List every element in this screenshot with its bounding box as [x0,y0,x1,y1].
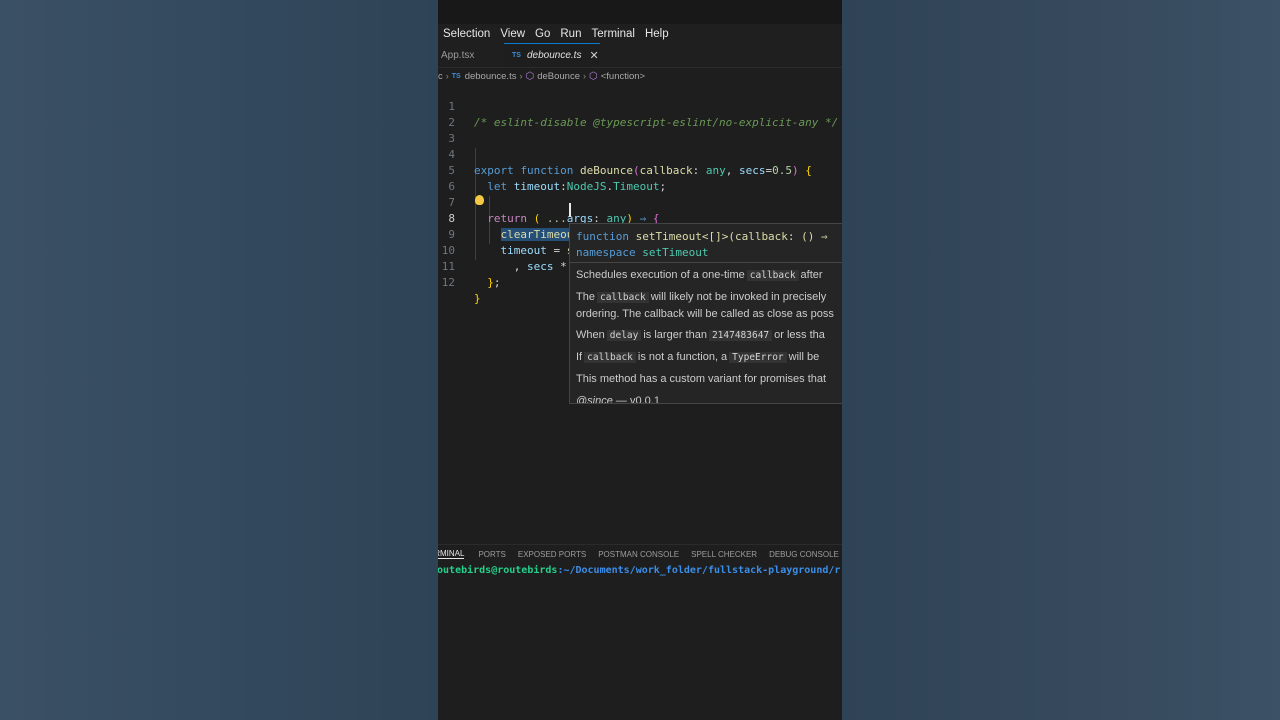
tab-label: debounce.ts [526,50,582,61]
doc-text: after [800,269,823,281]
menu-help[interactable]: Help [640,28,674,40]
tab-spell-checker[interactable]: SPELL CHECKER [691,550,757,559]
doc-paragraph: When delay is larger than 2147483647 or less… [576,327,825,344]
since-tag: @since [576,395,613,404]
breadcrumb-scope[interactable]: <function> [601,71,645,82]
panel-tabbar: TERMINAL PORTS EXPOSED PORTS POSTMAN CON… [438,544,842,563]
doc-text: is larger than [643,329,707,341]
text-cursor [569,203,571,217]
doc-text: Schedules execution of a one-time [576,269,745,281]
chevron-right-icon: › [445,71,449,81]
tab-label: App.tsx [441,49,475,61]
signature-keyword: function [576,230,629,243]
lightbulb-icon[interactable] [475,195,484,205]
terminal-user: routebirds@routebirds [438,565,558,576]
menu-go[interactable]: Go [530,28,555,40]
title-strip [438,0,842,24]
hover-signature-line2: namespace setTimeout [576,246,708,259]
code-line-7: 7 return ( ...args: any) ⇒ { [438,179,842,225]
code-line-3: 3 [438,115,842,145]
doc-code: callback [746,270,799,281]
tab-postman-console[interactable]: POSTMAN CONSOLE [598,550,679,559]
doc-text: When [576,329,605,341]
doc-text: This method has a custom variant for pro… [576,373,827,385]
doc-text: ordering. The callback will be called as… [576,308,834,320]
code-line-4: 4 export function deBounce(callback: any… [438,131,842,177]
doc-text: will be [788,351,820,363]
line-number: 12 [441,276,455,289]
tab-exposed-ports[interactable]: EXPOSED PORTS [518,550,586,559]
menubar: Selection View Go Run Terminal Help [438,24,842,43]
function-symbol-icon: ⬡ [589,70,598,82]
signature-text: setTimeout [642,246,709,259]
tab-ports[interactable]: PORTS [478,550,505,559]
editor-tabbar: App.tsx TS debounce.ts ✕ [438,43,842,68]
doc-code: callback [596,292,649,303]
code-line-5: 5 let timeout:NodeJS.Timeout; [438,147,842,193]
doc-paragraph: If callback is not a function, a TypeError w… [576,349,819,366]
doc-text: or less tha [774,329,825,341]
code-text: }; [487,276,501,289]
breadcrumb-symbol[interactable]: deBounce [537,71,580,82]
hover-tooltip: function setTimeout<[]>(callback: () ⇒ n… [569,223,842,404]
doc-text: The [576,291,595,303]
tab-debounce-ts[interactable]: TS debounce.ts ✕ [504,43,600,67]
doc-paragraph: The callback will likely not be invoked in… [576,289,826,306]
menu-view[interactable]: View [495,28,530,40]
signature-text: setTimeout<[]>(callback: () ⇒ [635,230,828,243]
background-right [842,0,1280,720]
doc-text: is not a function, a [637,351,728,363]
typescript-icon: TS [512,52,521,59]
menu-run[interactable]: Run [555,28,586,40]
close-icon[interactable]: ✕ [589,49,598,62]
doc-text: will likely not be invoked in precisely [650,291,827,303]
tab-terminal[interactable]: TERMINAL [438,549,465,559]
doc-text: If [576,351,583,363]
menu-selection[interactable]: Selection [438,28,495,40]
code-line-1: 1 /* eslint-disable @typescript-eslint/n… [438,83,842,129]
doc-code: 2147483647 [708,330,773,341]
code-line-6: 6 [438,163,842,193]
terminal-path: :~/Documents/work_folder/fullstack-playg… [557,565,841,576]
terminal-prompt[interactable]: routebirds@routebirds:~/Documents/work_f… [438,564,842,578]
code-line-2: 2 [438,99,842,129]
doc-paragraph: Schedules execution of a one-time callbac… [576,267,823,284]
hover-divider [570,262,842,263]
hover-signature-line1: function setTimeout<[]>(callback: () ⇒ [576,230,828,243]
code-text: } [474,292,481,305]
doc-code: delay [606,330,642,341]
tab-debug-console[interactable]: DEBUG CONSOLE [769,550,839,559]
doc-since: @since — v0.0.1 [576,393,660,404]
tab-app-tsx[interactable]: App.tsx [441,43,504,67]
chevron-right-icon: › [583,71,586,81]
doc-code: TypeError [729,352,787,363]
code-line-8: 8 clearTimeout(timeout); [438,195,842,241]
signature-keyword: namespace [576,246,636,259]
breadcrumb-file[interactable]: debounce.ts [465,71,517,82]
vscode-window: Selection View Go Run Terminal Help App.… [438,0,842,720]
function-symbol-icon: ⬡ [525,70,535,82]
typescript-icon: TS [451,72,461,80]
breadcrumb-root[interactable]: c [438,71,443,82]
doc-code: callback [584,352,636,363]
chevron-right-icon: › [519,71,523,81]
breadcrumb: c › TS debounce.ts › ⬡ deBounce › ⬡ <fun… [438,68,842,84]
background-left [0,0,438,720]
menu-terminal[interactable]: Terminal [586,28,639,40]
since-value: — v0.0.1 [615,395,660,404]
